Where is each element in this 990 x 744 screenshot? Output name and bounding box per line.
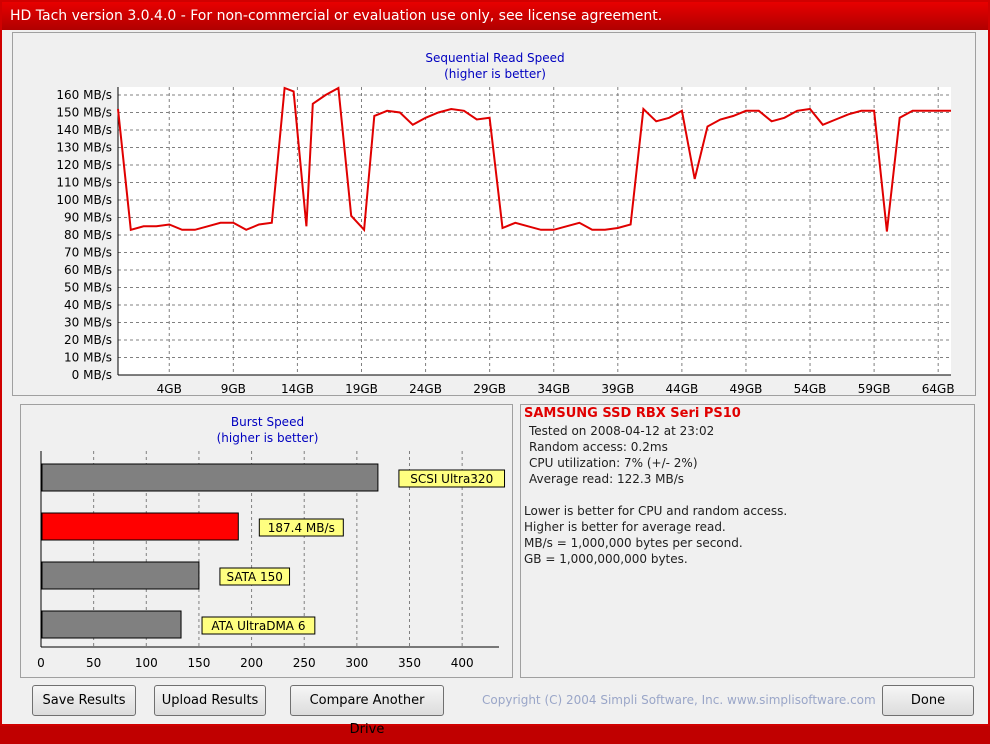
read-y-tick-label: 110 MB/s [56,176,112,190]
read-y-tick-label: 70 MB/s [64,246,112,260]
read-y-tick-label: 30 MB/s [64,316,112,330]
read-y-tick-label: 130 MB/s [56,141,112,155]
burst-bar-label: SCSI Ultra320 [410,472,493,486]
burst-bar-label: SATA 150 [227,570,283,584]
read-y-tick-label: 50 MB/s [64,281,112,295]
read-x-tick-label: 9GB [221,382,246,395]
read-y-tick-label: 40 MB/s [64,298,112,312]
read-x-tick-label: 19GB [345,382,378,395]
read-x-tick-label: 24GB [409,382,442,395]
read-x-tick-label: 29GB [473,382,506,395]
read-x-tick-label: 34GB [537,382,570,395]
random-access: Random access: 0.2ms [529,440,668,454]
burst-bar [41,463,379,492]
copyright-text: Copyright (C) 2004 Simpli Software, Inc.… [482,693,876,707]
burst-x-tick-label: 400 [451,656,474,670]
drive-name: SAMSUNG SSD RBX Seri PS10 [524,406,741,421]
read-y-tick-label: 10 MB/s [64,351,112,365]
read-chart: 0 MB/s 10 MB/s 20 MB/s 30 MB/s 40 MB/s 50 MB/… [56,86,955,395]
read-x-tick-label: 54GB [794,382,827,395]
burst-x-tick-label: 300 [345,656,368,670]
info-note: GB = 1,000,000,000 bytes. [524,552,688,566]
burst-bar [41,561,200,590]
burst-x-tick-label: 50 [86,656,101,670]
average-read: Average read: 122.3 MB/s [529,472,685,486]
save-results-button[interactable]: Save Results [32,685,136,716]
read-y-tick-label: 100 MB/s [56,193,112,207]
burst-x-tick-label: 200 [240,656,263,670]
read-x-tick-label: 59GB [858,382,891,395]
burst-chart: 0 50 100 150 200 250 300 350 400 SCSI Ultra320 187… [37,451,506,670]
burst-x-tick-label: 350 [398,656,421,670]
read-x-tick-label: 4GB [157,382,182,395]
info-note: Lower is better for CPU and random acces… [524,504,788,518]
burst-x-tick-label: 100 [135,656,158,670]
done-button[interactable]: Done [882,685,974,716]
compare-another-drive-button[interactable]: Compare Another Drive [290,685,444,737]
read-x-tick-label: 64GB [922,382,955,395]
burst-x-tick-label: 150 [187,656,210,670]
client-area: Sequential Read Speed (higher is better)… [10,30,984,737]
title-bar[interactable]: HD Tach version 3.0.4.0 - For non-commer… [2,2,988,30]
read-y-tick-label: 0 MB/s [72,368,112,382]
app-window: HD Tach version 3.0.4.0 - For non-commer… [0,0,990,737]
read-y-tick-label: 140 MB/s [56,123,112,137]
read-y-tick-label: 80 MB/s [64,228,112,242]
burst-x-tick-label: 0 [37,656,45,670]
read-x-tick-label: 49GB [730,382,763,395]
read-y-tick-label: 120 MB/s [56,158,112,172]
cpu-utilization: CPU utilization: 7% (+/- 2%) [529,456,698,470]
burst-chart-panel: Burst Speed (higher is better) 0 50 100 150… [20,404,513,678]
upload-results-button[interactable]: Upload Results [154,685,266,716]
burst-bar-label: 187.4 MB/s [268,521,335,535]
read-y-tick-label: 60 MB/s [64,263,112,277]
window-title: HD Tach version 3.0.4.0 - For non-commer… [10,8,663,24]
read-x-tick-label: 44GB [665,382,698,395]
info-note: Higher is better for average read. [524,520,726,534]
read-chart-panel: Sequential Read Speed (higher is better)… [12,32,976,396]
burst-bar-label: ATA UltraDMA 6 [211,619,305,633]
burst-bar [41,610,182,639]
read-y-tick-label: 150 MB/s [56,106,112,120]
burst-x-tick-label: 250 [293,656,316,670]
results-info-panel: SAMSUNG SSD RBX Seri PS10 Tested on 2008… [520,404,975,678]
tested-on: Tested on 2008-04-12 at 23:02 [529,424,715,438]
read-y-tick-label: 90 MB/s [64,211,112,225]
info-note: MB/s = 1,000,000 bytes per second. [524,536,743,550]
read-y-tick-label: 20 MB/s [64,333,112,347]
read-x-tick-label: 39GB [601,382,634,395]
burst-bar [41,512,239,541]
read-x-tick-label: 14GB [281,382,314,395]
read-y-tick-label: 160 MB/s [56,88,112,102]
